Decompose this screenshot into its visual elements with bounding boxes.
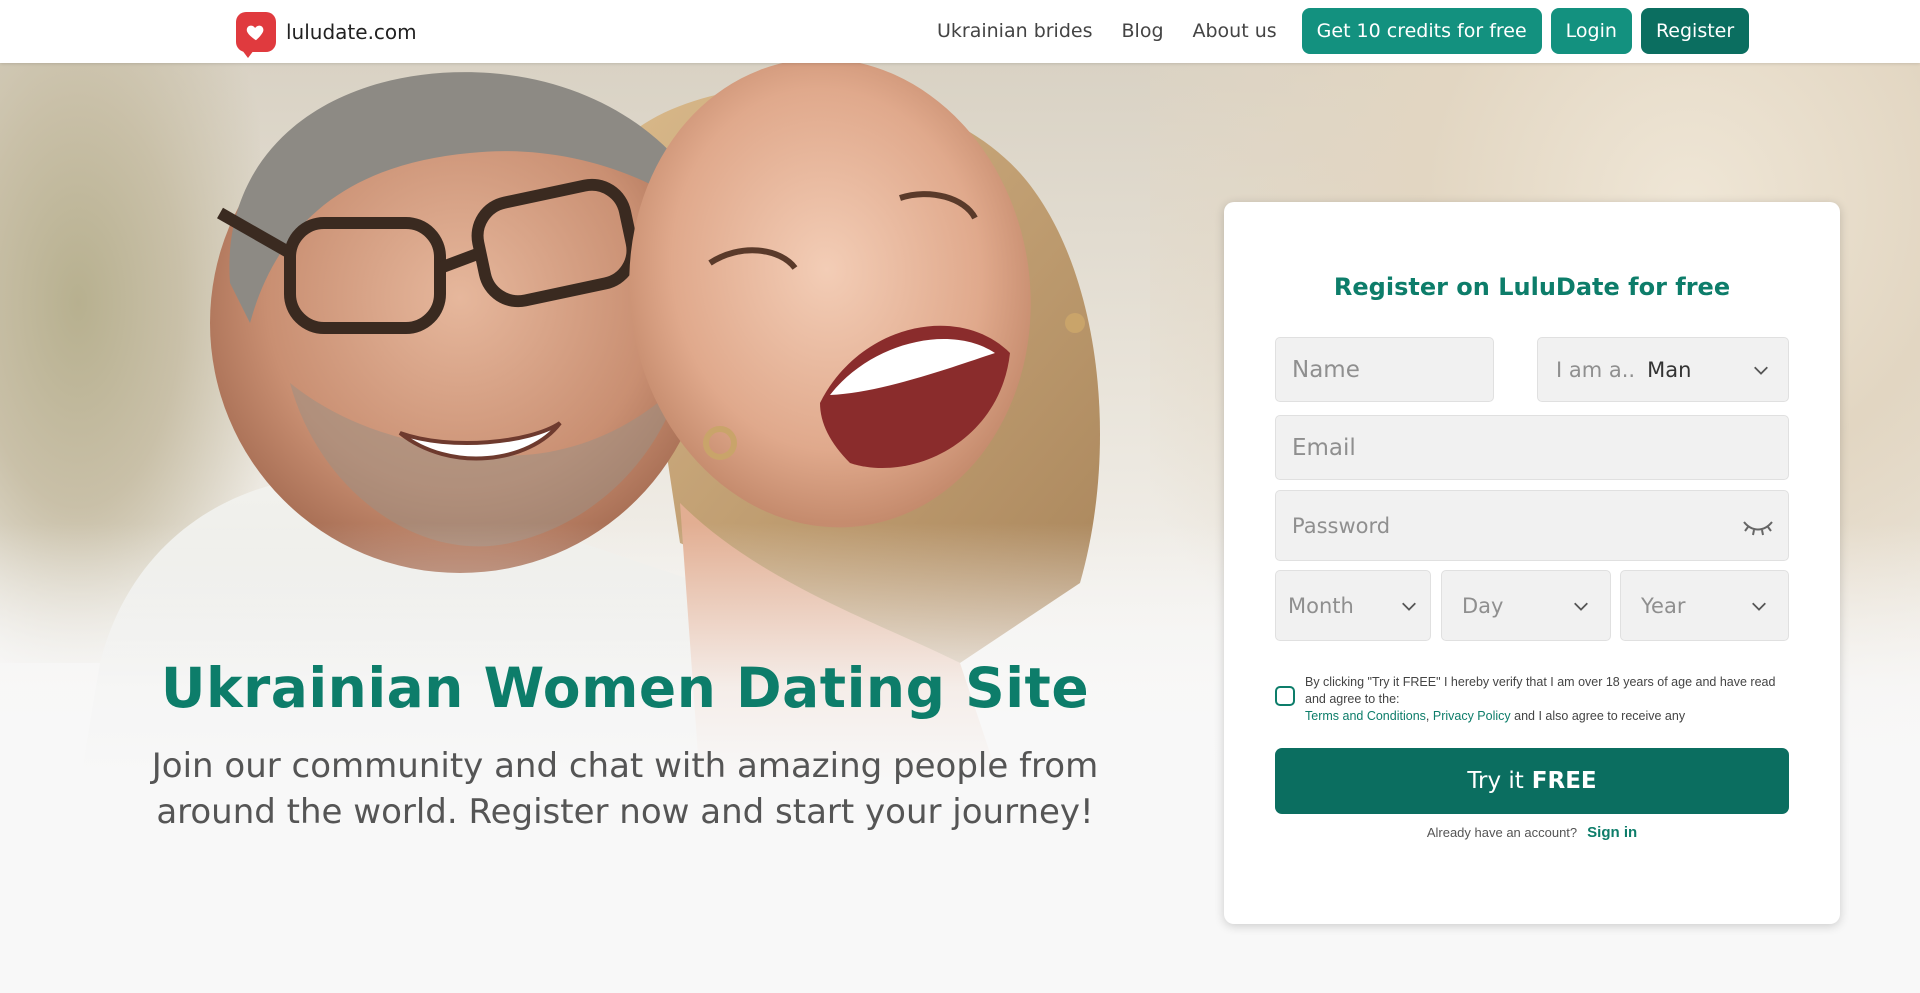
site-header: luludate.com Ukrainian brides Blog About… (0, 0, 1920, 63)
have-account-text: Already have an account? (1426, 825, 1578, 840)
privacy-link[interactable]: Privacy Policy (1433, 709, 1511, 723)
main-nav: Ukrainian brides Blog About us Get 10 cr… (937, 8, 1750, 54)
get-credits-button[interactable]: Get 10 credits for free (1301, 8, 1542, 54)
day-select[interactable]: Day (1441, 570, 1611, 641)
month-select[interactable]: Month (1275, 570, 1431, 641)
try-label: Try it (1467, 768, 1524, 794)
consent-main: By clicking "Try it FREE" I hereby verif… (1305, 675, 1776, 706)
login-button[interactable]: Login (1550, 8, 1632, 54)
chevron-down-icon (1402, 602, 1416, 611)
chevron-down-icon (1754, 366, 1768, 375)
name-field[interactable] (1275, 337, 1494, 402)
eye-closed-icon[interactable] (1742, 514, 1774, 538)
name-input[interactable] (1276, 338, 1493, 401)
gender-value: Man (1647, 357, 1692, 382)
password-field[interactable] (1275, 490, 1789, 561)
chevron-down-icon (1574, 602, 1588, 611)
year-select[interactable]: Year (1620, 570, 1789, 641)
terms-link[interactable]: Terms and Conditions (1305, 709, 1426, 723)
sign-in-link[interactable]: Sign in (1587, 824, 1637, 841)
month-label: Month (1288, 593, 1354, 618)
register-title: Register on LuluDate for free (1333, 273, 1731, 301)
logo-text: luludate.com (286, 20, 417, 44)
gender-prefix: I am a.. (1556, 357, 1636, 382)
try-free-button[interactable]: Try it FREE (1275, 748, 1789, 814)
register-button[interactable]: Register (1640, 8, 1750, 54)
consent-tail: and I also agree to receive any (1514, 709, 1686, 723)
consent-text: By clicking "Try it FREE" I hereby verif… (1305, 675, 1776, 723)
gender-select[interactable]: I am a.. Man (1537, 337, 1789, 402)
email-input[interactable] (1276, 416, 1788, 479)
chevron-down-icon (1752, 602, 1766, 611)
nav-ukrainian-brides[interactable]: Ukrainian brides (937, 20, 1093, 42)
hero-title: Ukrainian Women Dating Site (160, 656, 1090, 720)
year-label: Year (1641, 593, 1686, 618)
nav-blog[interactable]: Blog (1122, 20, 1164, 42)
nav-about-us[interactable]: About us (1193, 20, 1277, 42)
register-card: Register on LuluDate for free I am a.. M… (1224, 202, 1840, 924)
day-label: Day (1462, 593, 1504, 618)
password-input[interactable] (1276, 491, 1788, 560)
heart-icon (236, 12, 276, 58)
try-label-bold: FREE (1531, 768, 1597, 794)
consent-row: By clicking "Try it FREE" I hereby verif… (1275, 674, 1789, 725)
signin-row: Already have an account? Sign in (1224, 824, 1840, 841)
site-logo[interactable]: luludate.com (236, 12, 417, 58)
hero-section: Ukrainian Women Dating Site Join our com… (0, 63, 1920, 993)
email-field[interactable] (1275, 415, 1789, 480)
consent-checkbox[interactable] (1275, 686, 1295, 706)
hero-subtitle: Join our community and chat with amazing… (151, 746, 1099, 832)
